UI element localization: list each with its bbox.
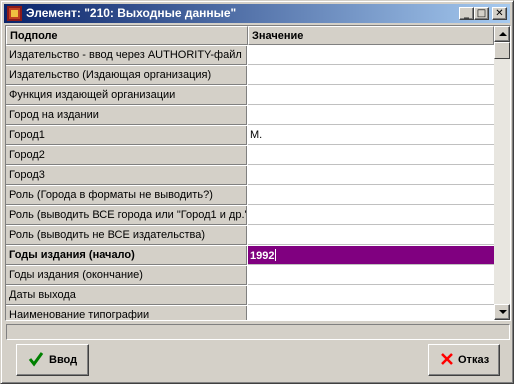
field-name-cell: Роль (выводить ВСЕ города или "Город1 и … [6, 206, 247, 225]
field-name-cell: Город3 [6, 166, 247, 185]
ok-button-label: Ввод [49, 354, 78, 366]
table-row[interactable]: Город3 [6, 166, 494, 186]
vertical-scrollbar[interactable] [494, 26, 510, 320]
scroll-down-button[interactable] [494, 304, 510, 320]
table-row[interactable]: Роль (выводить ВСЕ города или "Город1 и … [6, 206, 494, 226]
table-row[interactable]: Издательство - ввод через AUTHORITY-файл [6, 46, 494, 66]
arrow-down-icon [499, 310, 507, 314]
window-title: Элемент: "210: Выходные данные" [26, 6, 237, 20]
cross-icon [441, 353, 453, 365]
table-row[interactable]: Город на издании [6, 106, 494, 126]
field-value-cell[interactable] [248, 146, 494, 165]
table-row[interactable]: Годы издания (начало) 1992 [6, 246, 494, 266]
status-bar [6, 324, 510, 340]
field-name-cell: Функция издающей организации [6, 86, 247, 105]
field-value-cell[interactable]: М. [248, 126, 494, 145]
field-name-cell: Годы издания (окончание) [6, 266, 247, 285]
title-bar[interactable]: Элемент: "210: Выходные данные" _ □ ✕ [4, 4, 510, 23]
table-row[interactable]: Годы издания (окончание) [6, 266, 494, 286]
field-value-cell[interactable] [248, 306, 494, 320]
field-name-cell: Издательство (Издающая организация) [6, 66, 247, 85]
checkmark-icon [28, 352, 44, 367]
field-name-cell: Издательство - ввод через AUTHORITY-файл [6, 46, 247, 65]
table-row[interactable]: Издательство (Издающая организация) [6, 66, 494, 86]
field-name-cell: Годы издания (начало) [6, 246, 247, 265]
ok-button[interactable]: Ввод [16, 344, 89, 376]
table-row[interactable]: Роль (Города в форматы не выводить?) [6, 186, 494, 206]
maximize-button[interactable]: □ [474, 7, 489, 20]
grid-rows: Издательство - ввод через AUTHORITY-файл… [6, 46, 494, 320]
field-name-cell: Даты выхода [6, 286, 247, 305]
table-row[interactable]: Даты выхода [6, 286, 494, 306]
column-header-field[interactable]: Подполе [6, 26, 248, 45]
field-value-cell[interactable] [248, 166, 494, 185]
field-value-cell[interactable]: 1992 [248, 246, 494, 265]
field-value-cell[interactable] [248, 206, 494, 225]
table-row[interactable]: Функция издающей организации [6, 86, 494, 106]
table-row[interactable]: Город2 [6, 146, 494, 166]
field-value-cell[interactable] [248, 286, 494, 305]
field-name-cell: Город1 [6, 126, 247, 145]
dialog-window: Элемент: "210: Выходные данные" _ □ ✕ По… [0, 0, 514, 384]
column-header-value[interactable]: Значение [248, 26, 494, 45]
field-value-cell[interactable] [248, 186, 494, 205]
field-name-cell: Наименование типографии [6, 306, 247, 320]
table-row[interactable]: Роль (выводить не ВСЕ издательства) [6, 226, 494, 246]
field-value-cell[interactable] [248, 86, 494, 105]
field-value-cell[interactable] [248, 106, 494, 125]
field-value-cell[interactable] [248, 66, 494, 85]
scroll-up-button[interactable] [494, 26, 510, 42]
minimize-button[interactable]: _ [459, 7, 474, 20]
scroll-thumb[interactable] [494, 42, 510, 59]
grid-header: Подполе Значение [6, 26, 494, 46]
table-row[interactable]: Город1 М. [6, 126, 494, 146]
field-name-cell: Роль (Города в форматы не выводить?) [6, 186, 247, 205]
field-name-cell: Город на издании [6, 106, 247, 125]
field-name-cell: Роль (выводить не ВСЕ издательства) [6, 226, 247, 245]
app-icon [7, 6, 22, 21]
cancel-button-label: Отказ [458, 354, 490, 366]
field-value-cell[interactable] [248, 266, 494, 285]
table-row[interactable]: Наименование типографии [6, 306, 494, 320]
field-value-cell[interactable] [248, 46, 494, 65]
arrow-up-icon [499, 32, 507, 36]
text-caret [275, 249, 277, 261]
value-text: 1992 [250, 250, 275, 262]
field-value-cell[interactable] [248, 226, 494, 245]
subfield-grid[interactable]: Подполе Значение Издательство - ввод чер… [5, 25, 511, 321]
close-button[interactable]: ✕ [492, 7, 507, 20]
field-name-cell: Город2 [6, 146, 247, 165]
cancel-button[interactable]: Отказ [428, 344, 500, 376]
